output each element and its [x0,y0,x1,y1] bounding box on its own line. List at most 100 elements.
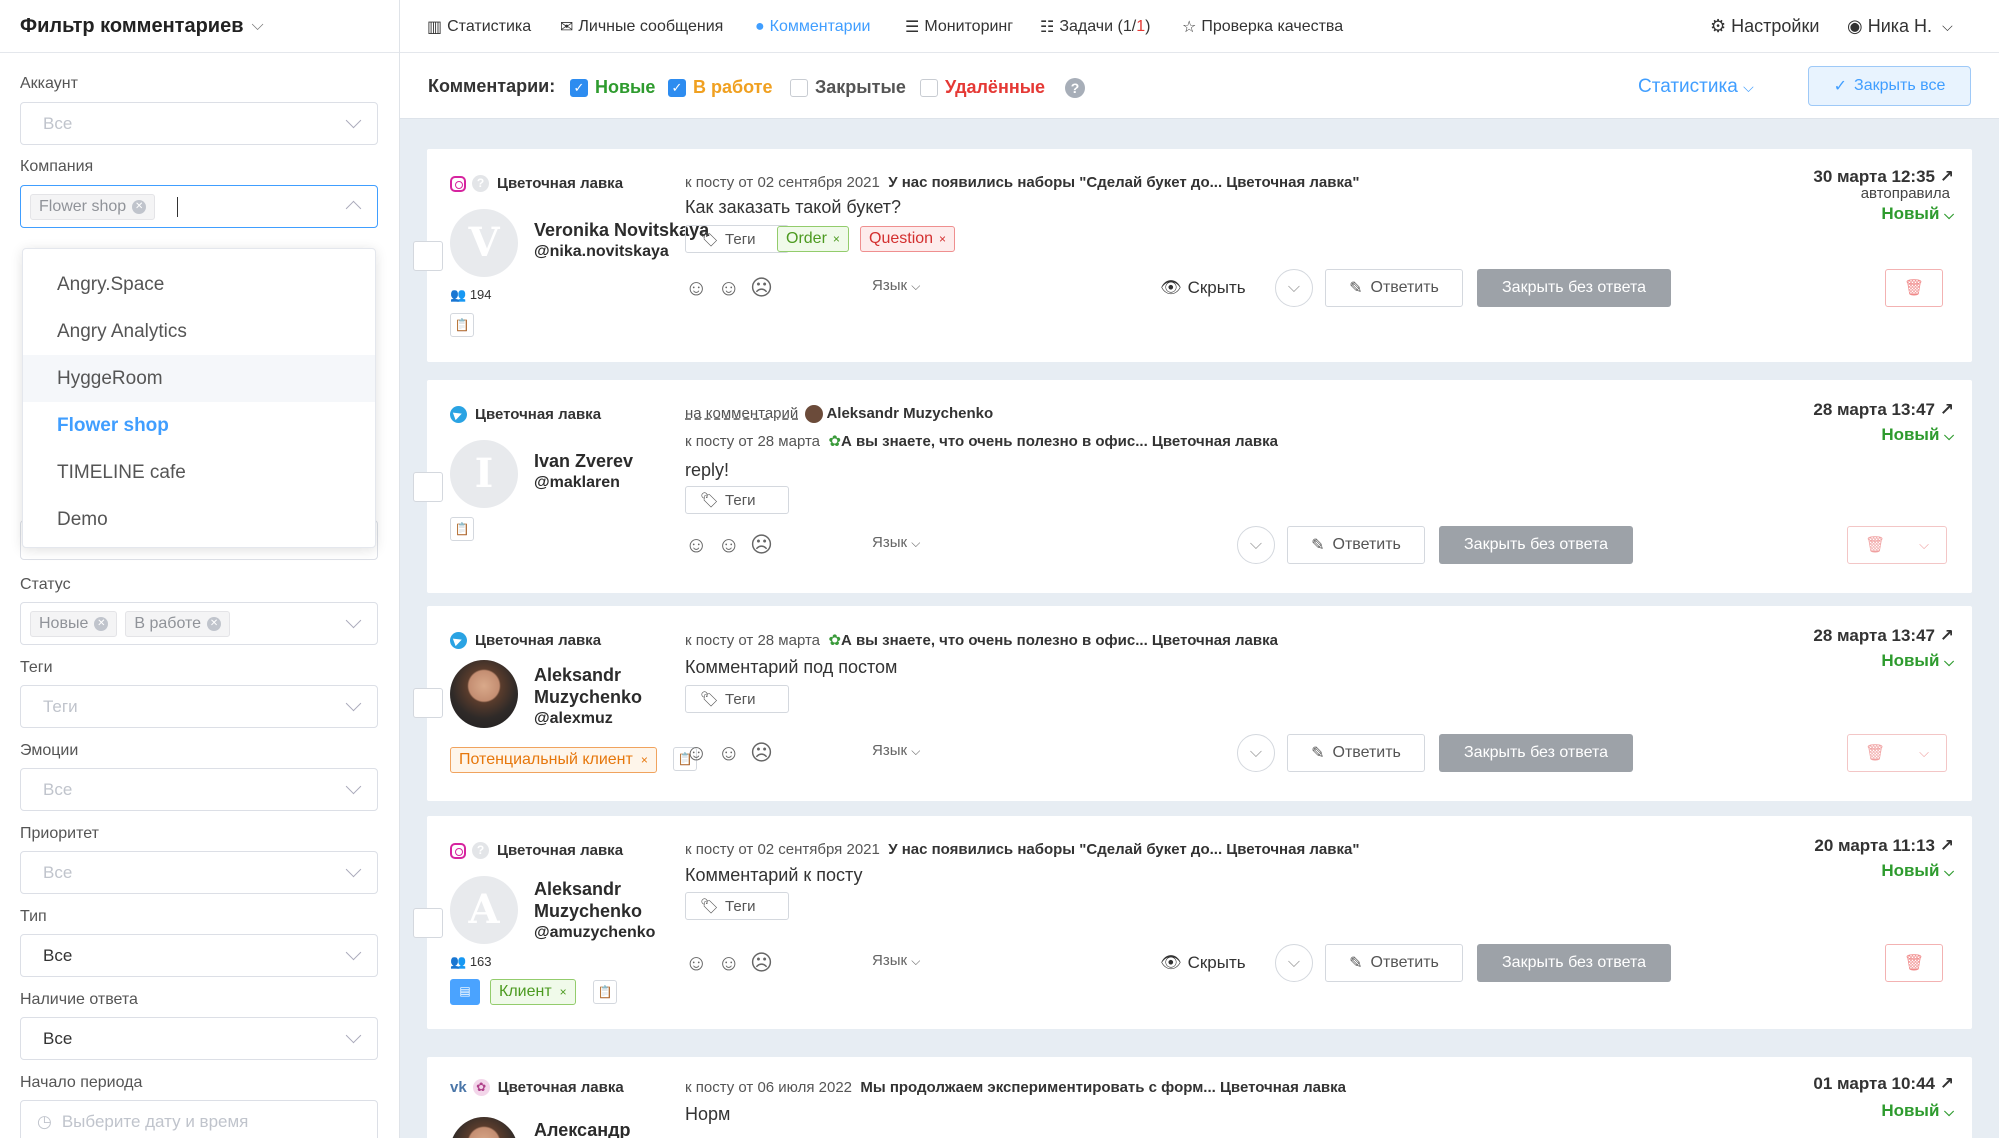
sad-face-icon[interactable]: ☹ [750,950,773,976]
close-icon[interactable]: × [939,232,946,246]
filter-deleted-checkbox[interactable]: Удалённые [920,77,1045,98]
reply-button[interactable]: ✎ Ответить [1287,734,1425,772]
close-without-reply-button[interactable]: Закрыть без ответа [1439,526,1633,564]
hide-button[interactable]: 👁 Скрыть [1160,269,1246,307]
close-icon[interactable]: × [833,232,840,246]
tag-order[interactable]: Order × [777,226,849,252]
type-select[interactable]: Все [20,934,378,977]
reply-reference[interactable]: на комментарий Aleksandr Muzychenko [685,405,993,424]
priority-select[interactable]: Все [20,851,378,894]
neutral-face-icon[interactable]: ☺ [717,532,739,558]
row-checkbox[interactable] [413,688,443,718]
language-dropdown[interactable]: Язык ⌵ [872,742,920,759]
clipboard-icon[interactable]: 📋 [450,313,474,337]
dropdown-option[interactable]: Angry Analytics [23,308,375,355]
delete-button[interactable]: 🗑 [1885,944,1943,982]
status-select[interactable]: Новые ✕ В работе ✕ [20,602,378,645]
sad-face-icon[interactable]: ☹ [750,740,773,766]
stats-dropdown[interactable]: Статистика ⌵ [1638,76,1754,98]
status-dropdown[interactable]: Новый ⌵ [1881,204,1954,224]
tags-button[interactable]: 🏷 Теги [685,225,789,253]
status-chip[interactable]: В работе ✕ [125,610,231,637]
hide-button[interactable]: 👁 Скрыть [1160,944,1246,982]
chevron-down-icon[interactable]: ⌵ [1919,745,1929,761]
author[interactable]: Aleksandr Muzychenko @alexmuz [534,664,642,730]
comment-date[interactable]: 20 марта 11:13 ↗ [1814,836,1954,856]
delete-split-button[interactable]: 🗑 ⌵ [1847,526,1947,564]
sad-face-icon[interactable]: ☹ [750,275,773,301]
tags-button[interactable]: 🏷 Теги [685,486,789,514]
happy-face-icon[interactable]: ☺ [685,950,707,976]
close-icon[interactable]: ✕ [132,199,147,214]
period-start-input[interactable]: ◷ Выберите дату и время [20,1100,378,1138]
status-chip[interactable]: Новые ✕ [30,610,118,637]
happy-face-icon[interactable]: ☺ [685,275,707,301]
close-icon[interactable]: ✕ [94,616,109,631]
reply-button[interactable]: ✎ Ответить [1325,944,1463,982]
close-icon[interactable]: × [560,985,567,999]
close-without-reply-button[interactable]: Закрыть без ответа [1477,944,1671,982]
trash-icon[interactable]: 🗑 [1865,743,1885,763]
account-select[interactable]: Все [20,102,378,145]
reply-button[interactable]: ✎ Ответить [1287,526,1425,564]
neutral-face-icon[interactable]: ☺ [717,950,739,976]
close-without-reply-button[interactable]: Закрыть без ответа [1439,734,1633,772]
dropdown-option[interactable]: HyggeRoom [23,355,375,402]
user-menu[interactable]: ◉ Ника Н. ⌵ [1847,0,1953,53]
dropdown-option[interactable]: TIMELINE cafe [23,449,375,496]
author[interactable]: Ivan Zverev @maklaren [534,450,633,494]
post-reference[interactable]: к посту от 06 июля 2022 Мы продолжаем эк… [685,1079,1346,1096]
comment-date[interactable]: 01 марта 10:44 ↗ [1813,1074,1954,1094]
company-select[interactable]: Flower shop ✕ [20,185,378,228]
status-dropdown[interactable]: Новый ⌵ [1881,651,1954,671]
settings-button[interactable]: ⚙ Настройки [1710,0,1819,53]
reply-button[interactable]: ✎ Ответить [1325,269,1463,307]
more-button[interactable]: ⌵ [1237,526,1275,564]
tags-select[interactable]: Теги [20,685,378,728]
more-button[interactable]: ⌵ [1237,734,1275,772]
notes-icon[interactable]: ▤ [450,979,480,1005]
author-label-potential-client[interactable]: Потенциальный клиент × [450,747,657,773]
company-chip[interactable]: Flower shop ✕ [30,193,156,220]
clipboard-icon[interactable]: 📋 [593,980,617,1004]
row-checkbox[interactable] [413,908,443,938]
comment-date[interactable]: 28 марта 13:47 ↗ [1813,400,1954,420]
delete-split-button[interactable]: 🗑 ⌵ [1847,734,1947,772]
close-all-button[interactable]: ✓ Закрыть все [1808,66,1971,106]
more-button[interactable]: ⌵ [1275,944,1313,982]
filter-inwork-checkbox[interactable]: ✓ В работе [668,77,773,98]
help-icon[interactable]: ? [1065,78,1085,98]
external-link-icon[interactable]: ↗ [1940,836,1954,855]
chevron-down-icon[interactable]: ⌵ [1919,537,1929,553]
external-link-icon[interactable]: ↗ [1940,400,1954,419]
clipboard-icon[interactable]: 📋 [450,517,474,541]
nav-messages[interactable]: ✉ Личные сообщения [560,0,723,53]
row-checkbox[interactable] [413,472,443,502]
nav-quality[interactable]: ☆ Проверка качества [1182,0,1343,53]
comment-date[interactable]: 28 марта 13:47 ↗ [1813,626,1954,646]
sad-face-icon[interactable]: ☹ [750,532,773,558]
nav-comments[interactable]: ● Комментарии [755,0,870,53]
row-checkbox[interactable] [413,241,443,271]
nav-stats[interactable]: ▥ Статистика [427,0,531,53]
external-link-icon[interactable]: ↗ [1940,1074,1954,1093]
filter-closed-checkbox[interactable]: Закрытые [790,77,906,98]
happy-face-icon[interactable]: ☺ [685,532,707,558]
filter-new-checkbox[interactable]: ✓ Новые [570,77,655,98]
trash-icon[interactable]: 🗑 [1865,535,1885,555]
status-dropdown[interactable]: Новый ⌵ [1881,861,1954,881]
dropdown-option-selected[interactable]: Flower shop [23,402,375,449]
tags-button[interactable]: 🏷 Теги [685,892,789,920]
post-reference[interactable]: к посту от 02 сентября 2021 У нас появил… [685,841,1359,858]
author[interactable]: Veronika Novitskaya @nika.novitskaya [534,219,709,263]
author[interactable]: Aleksandr Muzychenko @amuzychenko [534,878,655,944]
happy-face-icon[interactable]: ☺ [685,740,707,766]
external-link-icon[interactable]: ↗ [1940,626,1954,645]
neutral-face-icon[interactable]: ☺ [717,740,739,766]
close-icon[interactable]: × [641,753,648,767]
tags-button[interactable]: 🏷 Теги [685,685,789,713]
filter-header[interactable]: Фильтр комментариев ⌵ [0,0,399,53]
external-link-icon[interactable]: ↗ [1940,167,1954,186]
nav-monitoring[interactable]: ☰ Мониторинг [905,0,1013,53]
delete-button[interactable]: 🗑 [1885,269,1943,307]
